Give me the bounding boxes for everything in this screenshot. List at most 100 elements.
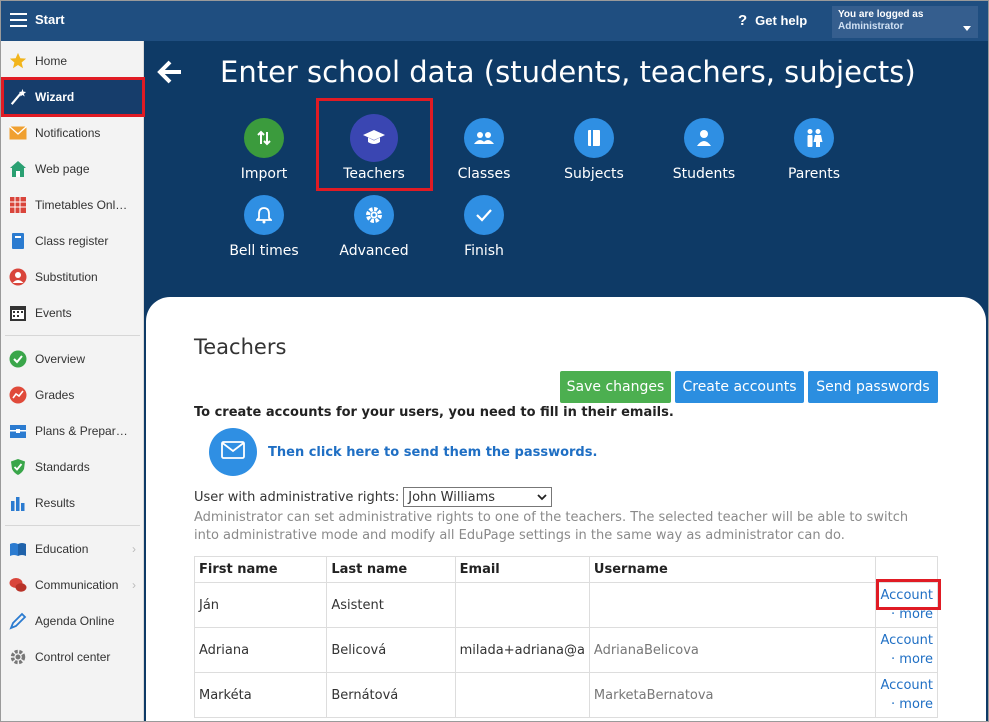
sidebar-item-plans[interactable]: Plans & Prepar… bbox=[1, 413, 144, 449]
sidebar-item-label: Home bbox=[35, 54, 68, 68]
sidebar-item-notifications[interactable]: Notifications bbox=[1, 115, 144, 151]
chart-circle-icon bbox=[9, 386, 27, 404]
login-dropdown[interactable]: You are logged as Administrator bbox=[832, 6, 978, 38]
account-link[interactable]: Account bbox=[881, 633, 934, 648]
send-passwords-button[interactable]: Send passwords bbox=[808, 371, 938, 403]
sidebar-item-standards[interactable]: Standards bbox=[1, 449, 144, 485]
sidebar-item-results[interactable]: Results bbox=[1, 485, 144, 521]
start-label[interactable]: Start bbox=[35, 12, 65, 27]
get-help-label: Get help bbox=[755, 13, 808, 28]
back-arrow-icon[interactable] bbox=[157, 59, 183, 85]
sidebar-item-label: Notifications bbox=[35, 126, 101, 140]
login-user: Administrator bbox=[838, 21, 904, 32]
house-icon bbox=[9, 160, 27, 178]
first-name-cell[interactable]: Markéta bbox=[193, 672, 328, 718]
sidebar-item-grades[interactable]: Grades bbox=[1, 377, 144, 413]
table-header-row: First name Last name Email Username bbox=[193, 556, 938, 583]
step-finish[interactable]: Finish bbox=[429, 195, 539, 259]
get-help-button[interactable]: ? Get help bbox=[738, 12, 807, 29]
create-accounts-button[interactable]: Create accounts bbox=[675, 371, 804, 403]
admin-rights-select[interactable]: John Williams bbox=[403, 487, 553, 507]
step-subjects[interactable]: Subjects bbox=[539, 118, 649, 182]
last-name-cell[interactable]: Bernátová bbox=[326, 672, 456, 718]
last-name-cell[interactable]: Belicová bbox=[326, 627, 456, 673]
person-icon bbox=[9, 268, 27, 286]
step-import[interactable]: Import bbox=[209, 118, 319, 182]
sidebar-item-communication[interactable]: Communication › bbox=[1, 567, 144, 603]
account-link[interactable]: Account bbox=[881, 678, 934, 693]
person-icon bbox=[684, 118, 724, 158]
email-cell[interactable] bbox=[454, 582, 590, 628]
bars-icon bbox=[9, 494, 27, 512]
username-cell[interactable] bbox=[588, 582, 877, 628]
group-icon bbox=[464, 118, 504, 158]
step-advanced[interactable]: Advanced bbox=[319, 195, 429, 259]
column-header-username[interactable]: Username bbox=[588, 556, 877, 583]
sidebar-item-events[interactable]: Events bbox=[1, 295, 144, 331]
sidebar-item-substitution[interactable]: Substitution bbox=[1, 259, 144, 295]
column-header-last-name[interactable]: Last name bbox=[326, 556, 456, 583]
last-name-cell[interactable]: Asistent bbox=[326, 582, 456, 628]
sidebar-item-label: Education bbox=[35, 542, 89, 556]
actions-cell: Account · more bbox=[875, 672, 938, 718]
send-mail-button[interactable] bbox=[209, 428, 257, 476]
table-row: Ján Asistent Account · more bbox=[193, 582, 938, 628]
sidebar-item-label: Timetables Onl… bbox=[35, 198, 128, 212]
save-changes-button[interactable]: Save changes bbox=[560, 371, 671, 403]
step-classes[interactable]: Classes bbox=[429, 118, 539, 182]
sidebar-item-label: Standards bbox=[35, 460, 90, 474]
admin-rights-row: User with administrative rights: John Wi… bbox=[194, 487, 553, 507]
chevron-right-icon: › bbox=[132, 578, 136, 592]
first-name-cell[interactable]: Adriana bbox=[193, 627, 328, 673]
sidebar-item-label: Web page bbox=[35, 162, 90, 176]
folder-icon bbox=[9, 422, 27, 440]
sidebar-item-education[interactable]: Education › bbox=[1, 531, 144, 567]
more-link[interactable]: · more bbox=[891, 697, 933, 712]
shield-check-icon bbox=[9, 458, 27, 476]
step-students[interactable]: Students bbox=[649, 118, 759, 182]
sidebar-item-label: Control center bbox=[35, 650, 111, 664]
sidebar-item-home[interactable]: Home bbox=[1, 43, 144, 79]
sidebar-item-class-register[interactable]: Class register bbox=[1, 223, 144, 259]
sidebar-item-timetables[interactable]: Timetables Onl… bbox=[1, 187, 144, 223]
sidebar-item-control-center[interactable]: Control center bbox=[1, 639, 144, 675]
sidebar: Home Wizard Notifications Web page Timet… bbox=[1, 41, 144, 721]
more-link[interactable]: · more bbox=[891, 652, 933, 667]
sidebar-item-label: Grades bbox=[35, 388, 75, 402]
open-book-icon bbox=[9, 540, 27, 558]
grid-icon bbox=[9, 196, 27, 214]
admin-rights-value: John Williams bbox=[408, 489, 496, 505]
admin-rights-label: User with administrative rights: bbox=[194, 489, 400, 505]
username-cell[interactable]: MarketaBernatova bbox=[588, 672, 877, 718]
pencil-icon bbox=[9, 612, 27, 630]
sidebar-item-label: Events bbox=[35, 306, 72, 320]
check-circle-icon bbox=[9, 350, 27, 368]
column-header-first-name[interactable]: First name bbox=[193, 556, 328, 583]
step-label: Subjects bbox=[564, 166, 624, 182]
sidebar-item-label: Agenda Online bbox=[35, 614, 115, 628]
hamburger-menu-icon[interactable] bbox=[10, 13, 27, 27]
step-bell-times[interactable]: Bell times bbox=[209, 195, 319, 259]
envelope-icon bbox=[221, 441, 245, 463]
section-title: Teachers bbox=[194, 335, 287, 359]
sidebar-item-label: Substitution bbox=[35, 270, 98, 284]
step-label: Classes bbox=[457, 166, 511, 182]
step-parents[interactable]: Parents bbox=[759, 118, 869, 182]
sidebar-item-label: Class register bbox=[35, 234, 109, 248]
sidebar-item-web-page[interactable]: Web page bbox=[1, 151, 144, 187]
first-name-cell[interactable]: Ján bbox=[193, 582, 328, 628]
sidebar-divider bbox=[5, 335, 140, 336]
step-label: Parents bbox=[787, 166, 841, 182]
login-caption: You are logged as bbox=[838, 9, 924, 20]
sidebar-item-overview[interactable]: Overview bbox=[1, 341, 144, 377]
column-header-email[interactable]: Email bbox=[454, 556, 590, 583]
step-label: Students bbox=[672, 166, 736, 182]
highlight-box-account bbox=[876, 579, 941, 610]
email-cell[interactable] bbox=[454, 672, 590, 718]
email-cell[interactable]: milada+adriana@a bbox=[454, 627, 590, 673]
instruction-text: To create accounts for your users, you n… bbox=[194, 405, 674, 420]
star-icon bbox=[9, 52, 27, 70]
sidebar-item-agenda-online[interactable]: Agenda Online bbox=[1, 603, 144, 639]
username-cell[interactable]: AdrianaBelicova bbox=[588, 627, 877, 673]
send-passwords-link[interactable]: Then click here to send them the passwor… bbox=[268, 445, 597, 460]
